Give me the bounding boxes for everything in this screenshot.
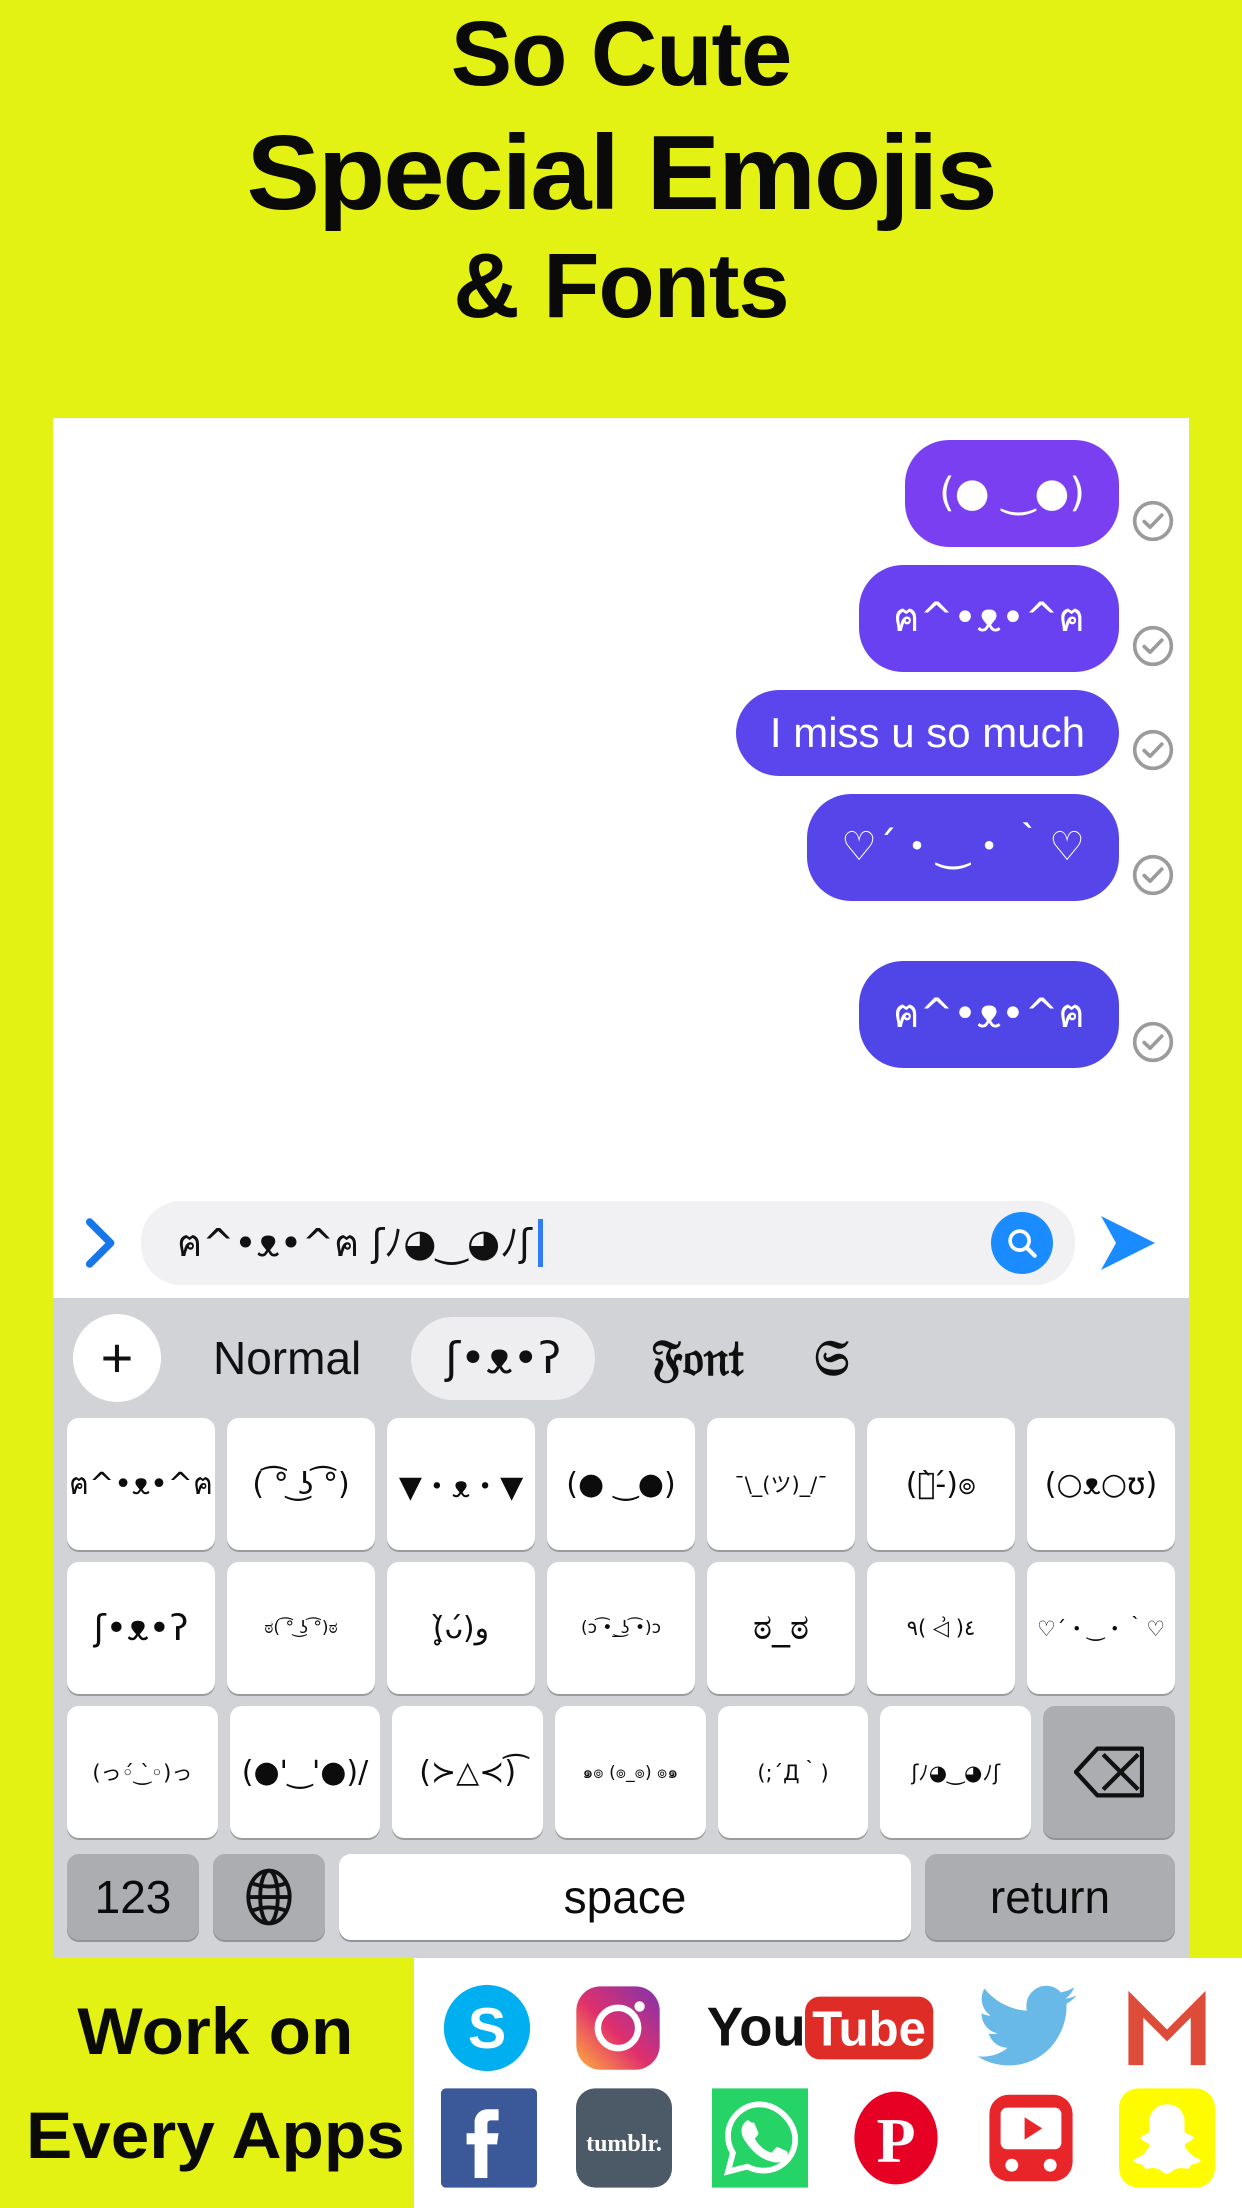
kaomoji-key[interactable]: (̥̀ᴗ́)و — [387, 1562, 535, 1694]
tumblr-icon: tumblr. — [576, 2088, 673, 2188]
message-input-value: ฅ^•ᴥ•^ฅ ʃﾉ◕‿◕ﾉʃ — [177, 1221, 532, 1266]
supported-apps-panel: S You Tube tumblr. P — [414, 1958, 1242, 2208]
search-icon — [1008, 1228, 1037, 1258]
youtube-red-icon — [983, 2089, 1079, 2187]
app-logo-row-2: tumblr. P — [424, 2086, 1232, 2190]
kaomoji-key[interactable]: (○ᴥ○ʊ) — [1027, 1418, 1175, 1550]
space-key[interactable]: space — [339, 1854, 911, 1940]
promo-header: So Cute Special Emojis & Fonts — [0, 0, 1242, 335]
kaomoji-key[interactable]: ಠ( ͡° ͜ʖ ͡°)ಠ — [227, 1562, 375, 1694]
check-circle-icon — [1132, 501, 1174, 542]
message-input-field[interactable]: ฅ^•ᴥ•^ฅ ʃﾉ◕‿◕ﾉʃ — [141, 1200, 1075, 1285]
facebook-icon — [440, 2088, 537, 2188]
tab-font[interactable]: 𝔉𝔬𝔫𝔱 — [625, 1328, 770, 1388]
message-input-value-wrap: ฅ^•ᴥ•^ฅ ʃﾉ◕‿◕ﾉʃ — [177, 1212, 981, 1273]
keyboard-row: (っ◦́‿̀◦)っ (●'‿'●)/ (≻△≺)͡ ๑๏ (๏_๏) ๏๑ (;… — [67, 1706, 1176, 1838]
keyboard-bottom-row: 123 space return — [53, 1838, 1189, 1958]
svg-text:S: S — [468, 1997, 506, 2061]
promo-footer: Work on Every Apps S You Tube tumblr. P — [0, 1958, 1242, 2208]
footer-text-block: Work on Every Apps — [0, 1958, 414, 2208]
return-key[interactable]: return — [925, 1854, 1175, 1940]
kaomoji-key[interactable]: ¯\_(ツ)_/¯ — [707, 1418, 855, 1550]
kaomoji-key[interactable]: (๏̀-́)๏ — [867, 1418, 1015, 1550]
chat-message-list: (● ‿●) ฅ^•ᴥ•^ฅ I miss u so much ♡´・‿・｀♡ — [53, 418, 1189, 1188]
chat-bubble[interactable]: ฅ^•ᴥ•^ฅ — [858, 565, 1119, 673]
app-logo-row-1: S You Tube — [424, 1976, 1232, 2080]
chat-message-row: (● ‿●) — [53, 440, 1189, 548]
globe-key[interactable] — [213, 1854, 325, 1940]
kaomoji-key[interactable]: (≻△≺)͡ — [392, 1706, 544, 1838]
svg-text:P: P — [876, 2105, 915, 2176]
emoji-keyboard: + Normal ʃ•ᴥ•ʔ 𝔉𝔬𝔫𝔱 𝔖 ฅ^•ᴥ•^ฅ ( ͡° ͜ʖ ͡°… — [53, 1298, 1189, 1958]
kaomoji-key[interactable]: (ɔ ͡•_͜ʖ ͡•)ɔ — [547, 1562, 695, 1694]
pinterest-icon: P — [848, 2089, 944, 2187]
tab-normal[interactable]: Normal — [187, 1331, 387, 1385]
search-button[interactable] — [991, 1211, 1053, 1274]
whatsapp-icon — [712, 2088, 809, 2188]
kaomoji-key[interactable]: ٤( ͗◁ )٩ — [867, 1562, 1015, 1694]
youtube-icon: You Tube — [704, 1979, 936, 2077]
chat-message-row: ฅ^•ᴥ•^ฅ — [53, 565, 1189, 673]
check-circle-icon — [1132, 1022, 1174, 1063]
keyboard-row: ฅ^•ᴥ•^ฅ ( ͡° ͜ʖ ͡°) ▼・ᴥ・▼ (● ‿●) ¯\_(ツ)_… — [67, 1418, 1175, 1550]
twitter-icon — [976, 1979, 1080, 2077]
snapchat-icon — [1119, 2088, 1216, 2188]
text-caret — [537, 1218, 543, 1267]
chat-bubble[interactable]: ฅ^•ᴥ•^ฅ — [858, 961, 1119, 1069]
backspace-key[interactable] — [1043, 1706, 1176, 1838]
skype-icon: S — [441, 1979, 533, 2077]
kaomoji-key[interactable]: ( ͡° ͜ʖ ͡°) — [227, 1418, 375, 1550]
svg-text:You: You — [707, 1997, 806, 2058]
svg-text:Tube: Tube — [812, 2003, 926, 2057]
check-circle-icon — [1132, 729, 1174, 771]
chevron-right-icon[interactable] — [71, 1212, 127, 1274]
kaomoji-key[interactable]: ʃﾉ◕‿◕ﾉʃ — [880, 1706, 1032, 1838]
svg-text:tumblr.: tumblr. — [587, 2131, 663, 2157]
keyboard-category-toolbar: + Normal ʃ•ᴥ•ʔ 𝔉𝔬𝔫𝔱 𝔖 — [53, 1298, 1189, 1418]
kaomoji-key[interactable]: (●'‿'●)/ — [229, 1706, 381, 1838]
chat-message-row: I miss u so much — [53, 690, 1189, 776]
numbers-key[interactable]: 123 — [67, 1854, 199, 1940]
chat-message-row: ♡´・‿・｀♡ — [53, 793, 1189, 902]
header-line-1: So Cute — [450, 3, 793, 105]
header-line-3: & Fonts — [453, 235, 789, 338]
instagram-icon — [572, 1979, 664, 2077]
kaomoji-key[interactable]: ฅ^•ᴥ•^ฅ — [67, 1418, 215, 1550]
tab-font-next[interactable]: 𝔖 — [788, 1328, 875, 1388]
kaomoji-key[interactable]: (;´Д｀) — [717, 1706, 869, 1838]
check-circle-icon — [1132, 626, 1174, 667]
keyboard-row: ʃ•ᴥ•ʔ ಠ( ͡° ͜ʖ ͡°)ಠ (̥̀ᴗ́)و (ɔ ͡•_͜ʖ ͡•)… — [67, 1562, 1175, 1694]
gmail-icon — [1119, 1979, 1215, 2077]
chat-bubble[interactable]: (● ‿●) — [905, 440, 1119, 548]
send-button[interactable] — [1089, 1206, 1167, 1280]
chat-bubble[interactable]: I miss u so much — [735, 690, 1119, 776]
check-circle-icon — [1132, 854, 1174, 896]
header-line-2: Special Emojis — [246, 113, 997, 232]
kaomoji-key[interactable]: ♡´・‿・｀♡ — [1027, 1562, 1175, 1694]
kaomoji-key[interactable]: ಠ_ಠ — [707, 1562, 855, 1694]
backspace-icon — [1074, 1746, 1145, 1798]
add-category-button[interactable]: + — [73, 1314, 161, 1402]
kaomoji-key[interactable]: (● ‿●) — [547, 1418, 695, 1550]
keyboard-key-grid: ฅ^•ᴥ•^ฅ ( ͡° ͜ʖ ͡°) ▼・ᴥ・▼ (● ‿●) ¯\_(ツ)_… — [53, 1418, 1189, 1838]
globe-icon — [246, 1868, 292, 1926]
chat-bubble[interactable]: ♡´・‿・｀♡ — [807, 793, 1119, 902]
tab-kaomoji[interactable]: ʃ•ᴥ•ʔ — [411, 1316, 596, 1400]
footer-line-2: Every Apps — [25, 2098, 405, 2172]
kaomoji-key[interactable]: (っ◦́‿̀◦)っ — [67, 1706, 218, 1838]
chat-message-row: ฅ^•ᴥ•^ฅ — [53, 961, 1189, 1069]
kaomoji-key[interactable]: ʃ•ᴥ•ʔ — [67, 1562, 215, 1694]
app-screenshot: (● ‿●) ฅ^•ᴥ•^ฅ I miss u so much ♡´・‿・｀♡ — [53, 418, 1189, 1958]
message-input-bar: ฅ^•ᴥ•^ฅ ʃﾉ◕‿◕ﾉʃ — [53, 1187, 1189, 1298]
plus-icon: + — [100, 1326, 134, 1389]
kaomoji-key[interactable]: ▼・ᴥ・▼ — [387, 1418, 535, 1550]
kaomoji-key[interactable]: ๑๏ (๏_๏) ๏๑ — [555, 1706, 706, 1838]
footer-line-1: Work on — [77, 1994, 353, 2068]
